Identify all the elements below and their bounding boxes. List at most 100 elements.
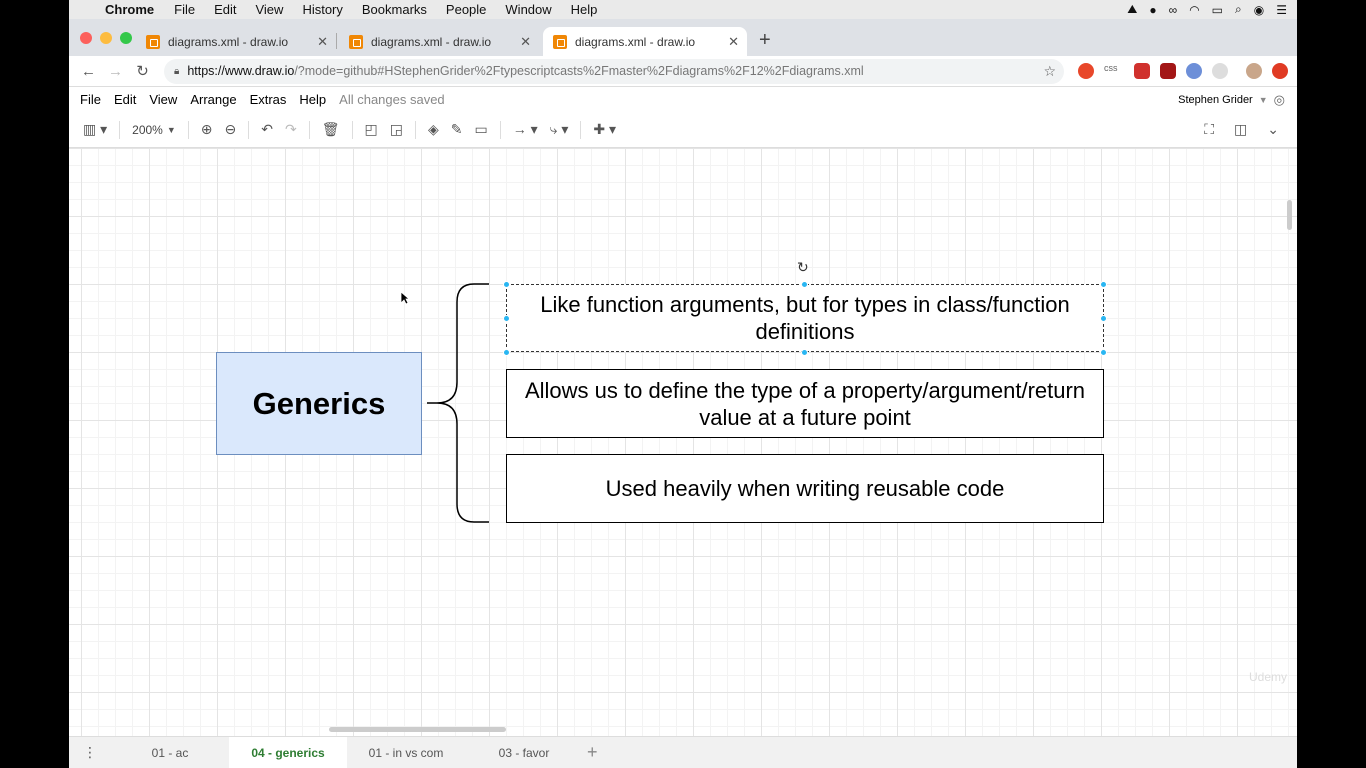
record-icon[interactable]: ●: [1149, 3, 1156, 17]
extension-css-icon[interactable]: css: [1104, 63, 1124, 79]
glasses-icon[interactable]: ∞: [1169, 3, 1178, 17]
save-status: All changes saved: [339, 92, 445, 107]
mac-menu-bookmarks[interactable]: Bookmarks: [362, 2, 427, 17]
line-color-icon[interactable]: ✎: [451, 121, 463, 138]
drawio-menu-extras[interactable]: Extras: [250, 92, 287, 107]
extension-update-icon[interactable]: [1272, 63, 1288, 79]
minimize-window-button[interactable]: [100, 32, 112, 44]
address-bar[interactable]: 🔒︎ https://www.draw.io/?mode=github#HSte…: [164, 58, 1064, 84]
screen: Chrome File Edit View History Bookmarks …: [0, 0, 1366, 768]
zoom-in-icon[interactable]: ⊕: [201, 121, 213, 138]
resize-handle[interactable]: [1100, 349, 1107, 356]
browser-toolbar: ← → ↻ 🔒︎ https://www.draw.io/?mode=githu…: [69, 56, 1297, 87]
mac-menu-view[interactable]: View: [255, 2, 283, 17]
browser-tab-active[interactable]: diagrams.xml - draw.io ✕: [543, 27, 747, 56]
rotate-handle-icon[interactable]: ↻: [797, 259, 809, 276]
drawio-menu-arrange[interactable]: Arrange: [190, 92, 236, 107]
horizontal-scrollbar[interactable]: [329, 727, 506, 732]
lock-icon[interactable]: 🔒︎: [174, 66, 179, 77]
notification-center-icon[interactable]: ☰: [1276, 3, 1287, 17]
fill-color-icon[interactable]: ◈: [428, 121, 439, 138]
wifi-icon[interactable]: ◠: [1189, 3, 1199, 17]
page-tab[interactable]: 01 - ac: [111, 737, 229, 768]
note-box[interactable]: Allows us to define the type of a proper…: [506, 369, 1104, 438]
forward-icon[interactable]: →: [102, 63, 129, 80]
siri-icon[interactable]: ◉: [1254, 3, 1264, 17]
reload-icon[interactable]: ↻: [129, 62, 156, 80]
mac-menu-window[interactable]: Window: [505, 2, 551, 17]
connection-icon[interactable]: → ▾: [513, 121, 538, 138]
tab-title: diagrams.xml - draw.io: [371, 34, 492, 49]
user-name[interactable]: Stephen Grider: [1178, 94, 1253, 106]
app-name[interactable]: Chrome: [105, 2, 154, 17]
curly-brace-connector[interactable]: [419, 282, 499, 526]
delete-icon[interactable]: 🗑︎: [322, 121, 340, 138]
page-tab-active[interactable]: 04 - generics: [229, 736, 347, 768]
fullscreen-icon[interactable]: ⛶: [1204, 121, 1214, 138]
close-tab-icon[interactable]: ✕: [728, 34, 739, 50]
mac-menu-file[interactable]: File: [174, 2, 195, 17]
zoom-dropdown-icon[interactable]: ▼: [167, 125, 176, 135]
tab-title: diagrams.xml - draw.io: [168, 34, 289, 49]
undo-icon[interactable]: ↶: [261, 121, 273, 138]
close-tab-icon[interactable]: ✕: [317, 34, 328, 50]
resize-handle[interactable]: [503, 349, 510, 356]
resize-handle[interactable]: [801, 349, 808, 356]
profile-avatar[interactable]: [1246, 63, 1262, 79]
drawio-menu-edit[interactable]: Edit: [114, 92, 136, 107]
vertical-scrollbar[interactable]: [1287, 200, 1292, 230]
drawio-favicon-icon: [146, 34, 160, 49]
mac-menu-people[interactable]: People: [446, 2, 486, 17]
drawio-menu-file[interactable]: File: [80, 92, 101, 107]
resize-handle[interactable]: [503, 281, 510, 288]
extension-ublock-icon[interactable]: [1078, 63, 1094, 79]
close-tab-icon[interactable]: ✕: [520, 34, 531, 50]
insert-icon[interactable]: ✚ ▾: [593, 121, 616, 138]
to-front-icon[interactable]: ◰: [365, 121, 378, 138]
shadow-icon[interactable]: ▭: [474, 121, 487, 138]
mac-menu-history[interactable]: History: [302, 2, 342, 17]
drawio-menu-help[interactable]: Help: [299, 92, 326, 107]
diagram-canvas[interactable]: Generics Like function arguments, but fo…: [69, 148, 1297, 736]
drawio-menu-view[interactable]: View: [149, 92, 177, 107]
extension-blue-icon[interactable]: [1186, 63, 1202, 79]
user-dropdown-icon[interactable]: ▼: [1259, 95, 1268, 105]
extension-red-icon[interactable]: [1134, 63, 1150, 79]
mac-menu-help[interactable]: Help: [571, 2, 598, 17]
to-back-icon[interactable]: ◲: [390, 121, 403, 138]
format-panel-icon[interactable]: ▥ ▾: [83, 121, 107, 138]
status-app-icon[interactable]: ⛰: [1127, 2, 1137, 17]
maximize-window-button[interactable]: [120, 32, 132, 44]
close-window-button[interactable]: [80, 32, 92, 44]
resize-handle[interactable]: [801, 281, 808, 288]
resize-handle[interactable]: [503, 315, 510, 322]
bookmark-star-icon[interactable]: ☆: [1043, 63, 1056, 80]
spotlight-icon[interactable]: ⌕: [1235, 2, 1242, 17]
waypoints-icon[interactable]: ⤷ ▾: [550, 121, 569, 138]
url-host: https://www.draw.io: [187, 64, 295, 78]
generics-node[interactable]: Generics: [216, 352, 422, 455]
back-icon[interactable]: ←: [75, 63, 102, 80]
resize-handle[interactable]: [1100, 281, 1107, 288]
zoom-level[interactable]: 200%: [132, 123, 163, 137]
extension-shield-icon[interactable]: [1160, 63, 1176, 79]
url-path: /?mode=github#HStephenGrider%2Ftypescrip…: [294, 64, 864, 78]
zoom-out-icon[interactable]: ⊖: [225, 121, 237, 138]
add-page-icon[interactable]: +: [587, 742, 598, 763]
page-tab[interactable]: 03 - favor: [465, 737, 583, 768]
browser-tab[interactable]: diagrams.xml - draw.io ✕: [136, 27, 337, 56]
format-toggle-icon[interactable]: ◫: [1234, 121, 1247, 138]
note-box-selected[interactable]: Like function arguments, but for types i…: [506, 284, 1104, 352]
resize-handle[interactable]: [1100, 315, 1107, 322]
note-box[interactable]: Used heavily when writing reusable code: [506, 454, 1104, 523]
language-globe-icon[interactable]: ◎: [1274, 92, 1285, 108]
extension-gray-icon[interactable]: [1212, 63, 1228, 79]
browser-tab[interactable]: diagrams.xml - draw.io ✕: [339, 27, 539, 56]
battery-icon[interactable]: ▭: [1212, 3, 1223, 17]
collapse-icon[interactable]: ⌄: [1267, 121, 1279, 138]
page-tab[interactable]: 01 - in vs com: [347, 737, 465, 768]
new-tab-icon[interactable]: +: [759, 29, 771, 52]
redo-icon[interactable]: ↷: [285, 121, 297, 138]
pages-menu-icon[interactable]: ⋮: [69, 744, 111, 761]
mac-menu-edit[interactable]: Edit: [214, 2, 236, 17]
